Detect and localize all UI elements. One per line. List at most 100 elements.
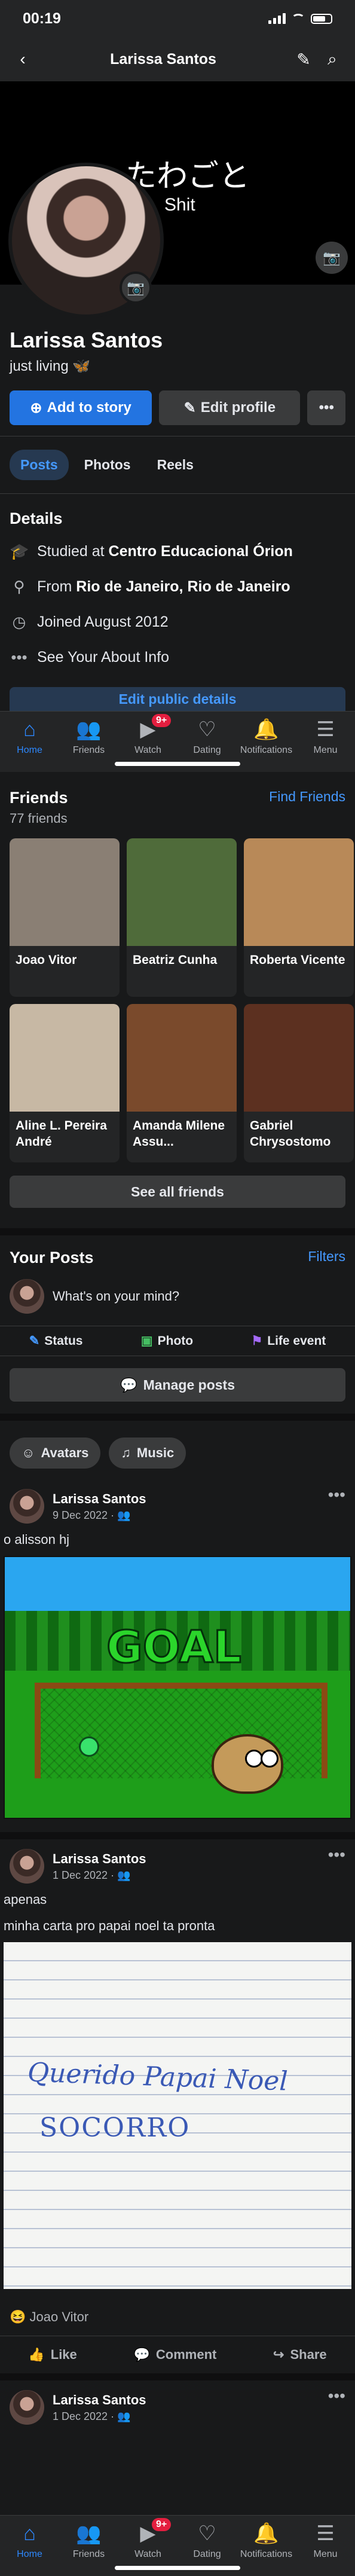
bottom-nav-fixed: ⌂ Home 👥 Friends ▶ 9+ Watch ♡ Dating 🔔 N… bbox=[0, 2515, 355, 2576]
friend-card[interactable]: Gabriel Chrysostomo bbox=[244, 1004, 354, 1162]
like-button[interactable]: 👍 Like bbox=[28, 2347, 76, 2363]
school-link[interactable]: Centro Educacional Órion bbox=[109, 543, 293, 560]
comment-button[interactable]: 💬 Comment bbox=[133, 2347, 216, 2363]
post-image-letter[interactable]: Querido Papai Noel SOCORRO bbox=[4, 1942, 351, 2289]
haha-reaction-icon: 😆 bbox=[10, 2309, 26, 2324]
image-eye bbox=[261, 1750, 279, 1768]
top-nav: ‹ Larissa Santos ✎ ⌕ bbox=[0, 37, 355, 81]
location-pin-icon: ⚲ bbox=[13, 578, 25, 596]
post-author[interactable]: Larissa Santos bbox=[53, 1491, 146, 1507]
friend-card[interactable]: Aline L. Pereira André bbox=[10, 1004, 120, 1162]
post-more-icon[interactable]: ••• bbox=[328, 2386, 345, 2406]
friends-icon: 👥 bbox=[76, 718, 102, 741]
section-divider bbox=[0, 2373, 355, 2380]
wifi-icon bbox=[292, 14, 305, 23]
nav-menu-label: Menu bbox=[313, 745, 338, 755]
post-reactions[interactable]: 😆 Joao Vitor bbox=[0, 2289, 355, 2336]
friend-card[interactable]: Beatriz Cunha bbox=[127, 838, 237, 997]
friend-name: Joao Vitor bbox=[16, 953, 77, 967]
friend-photo bbox=[127, 1004, 237, 1112]
watch-badge: 9+ bbox=[152, 714, 172, 727]
detail-about[interactable]: ••• See Your About Info bbox=[0, 640, 355, 675]
nav-notifications[interactable]: 🔔 Notifications bbox=[237, 2522, 296, 2560]
friend-card[interactable]: Roberta Vicente bbox=[244, 838, 354, 997]
photo-icon: ▣ bbox=[140, 1334, 153, 1348]
avatar[interactable] bbox=[10, 1489, 44, 1524]
status-button[interactable]: ✎ Status bbox=[29, 1333, 83, 1348]
edit-profile-button[interactable]: ✎ Edit profile bbox=[159, 390, 301, 425]
friends-count: 77 friends bbox=[10, 811, 68, 826]
friend-photo bbox=[127, 838, 237, 946]
letter-line-1: Querido Papai Noel bbox=[27, 2057, 289, 2097]
dating-heart-icon: ♡ bbox=[198, 2522, 216, 2545]
nav-dating[interactable]: ♡ Dating bbox=[178, 718, 237, 756]
avatar[interactable] bbox=[10, 2390, 44, 2425]
post-header: Larissa Santos 9 Dec 2022 · 👥 ••• bbox=[0, 1479, 355, 1530]
message-icon: 💬 bbox=[120, 1376, 137, 1393]
search-icon[interactable]: ⌕ bbox=[319, 46, 345, 72]
studied-prefix: Studied at bbox=[37, 543, 109, 560]
edit-pencil-icon[interactable]: ✎ bbox=[290, 46, 317, 72]
life-event-button[interactable]: ⚑ Life event bbox=[251, 1333, 326, 1348]
image-goal-text: GOAL bbox=[105, 1621, 242, 1674]
cover-camera-icon[interactable]: 📷 bbox=[316, 242, 348, 274]
nav-dating[interactable]: ♡ Dating bbox=[178, 2522, 237, 2560]
bell-icon: 🔔 bbox=[253, 718, 279, 741]
status-bar: 00:19 bbox=[0, 0, 355, 37]
avatar-camera-icon[interactable]: 📷 bbox=[120, 271, 152, 304]
nav-menu[interactable]: ☰ Menu bbox=[296, 718, 355, 756]
tab-photos[interactable]: Photos bbox=[74, 450, 142, 480]
back-icon[interactable]: ‹ bbox=[10, 46, 36, 72]
nav-menu[interactable]: ☰ Menu bbox=[296, 2522, 355, 2560]
section-divider bbox=[0, 1414, 355, 1421]
friend-card[interactable]: Joao Vitor bbox=[10, 838, 120, 997]
home-indicator bbox=[115, 2566, 240, 2570]
more-options-button[interactable]: ••• bbox=[307, 390, 346, 425]
hometown-link[interactable]: Rio de Janeiro, Rio de Janeiro bbox=[76, 578, 290, 595]
nav-friends[interactable]: 👥 Friends bbox=[59, 2522, 118, 2560]
section-divider bbox=[0, 1832, 355, 1839]
post-author[interactable]: Larissa Santos bbox=[53, 2392, 146, 2408]
find-friends-link[interactable]: Find Friends bbox=[269, 789, 345, 807]
post-more-icon[interactable]: ••• bbox=[328, 1845, 345, 1864]
manage-posts-button[interactable]: 💬 Manage posts bbox=[10, 1368, 345, 1402]
edit-public-details-button[interactable]: Edit public details bbox=[10, 687, 345, 711]
cover-photo[interactable]: たわごと Shit 📷 📷 bbox=[0, 81, 355, 318]
tab-posts[interactable]: Posts bbox=[10, 450, 69, 480]
chip-avatars[interactable]: ☺ Avatars bbox=[10, 1437, 101, 1469]
more-icon: ••• bbox=[319, 399, 334, 416]
post-text: o alisson hj bbox=[4, 1532, 70, 1547]
composer-placeholder[interactable]: What's on your mind? bbox=[53, 1289, 179, 1304]
post-header: Larissa Santos 1 Dec 2022 · 👥 ••• bbox=[0, 2380, 355, 2431]
menu-icon: ☰ bbox=[316, 718, 335, 741]
nav-friends[interactable]: 👥 Friends bbox=[59, 718, 118, 756]
home-icon: ⌂ bbox=[23, 718, 36, 741]
post-composer[interactable]: What's on your mind? bbox=[0, 1267, 355, 1326]
friend-card[interactable]: Amanda Milene Assu... bbox=[127, 1004, 237, 1162]
plus-icon: ⊕ bbox=[30, 399, 42, 416]
nav-notifications-label: Notifications bbox=[240, 2549, 293, 2559]
post-author[interactable]: Larissa Santos bbox=[53, 1851, 146, 1867]
tab-reels[interactable]: Reels bbox=[146, 450, 204, 480]
share-button[interactable]: ↪ Share bbox=[273, 2347, 327, 2363]
avatar-face-icon: ☺ bbox=[22, 1445, 35, 1460]
see-all-friends-button[interactable]: See all friends bbox=[10, 1176, 345, 1208]
comment-label: Comment bbox=[155, 2347, 217, 2362]
add-to-story-button[interactable]: ⊕ Add to story bbox=[10, 390, 152, 425]
photo-button[interactable]: ▣ Photo bbox=[141, 1333, 193, 1348]
post-more-icon[interactable]: ••• bbox=[328, 1485, 345, 1504]
nav-home[interactable]: ⌂ Home bbox=[0, 2522, 59, 2560]
filters-link[interactable]: Filters bbox=[308, 1249, 345, 1267]
avatar[interactable] bbox=[10, 1849, 44, 1884]
nav-watch[interactable]: ▶ 9+ Watch bbox=[118, 2518, 178, 2560]
cover-text-english: Shit bbox=[164, 195, 195, 215]
status-label: Status bbox=[44, 1333, 83, 1348]
nav-notifications[interactable]: 🔔 Notifications bbox=[237, 718, 296, 756]
post-image-pou-goal[interactable]: GOAL bbox=[4, 1556, 351, 1819]
nav-home[interactable]: ⌂ Home bbox=[0, 718, 59, 756]
chip-music[interactable]: ♫ Music bbox=[109, 1437, 186, 1469]
nav-friends-label: Friends bbox=[72, 745, 105, 755]
nav-watch[interactable]: ▶ 9+ Watch bbox=[118, 714, 178, 756]
watch-badge: 9+ bbox=[152, 2518, 172, 2531]
about-link[interactable]: See Your About Info bbox=[37, 649, 169, 666]
